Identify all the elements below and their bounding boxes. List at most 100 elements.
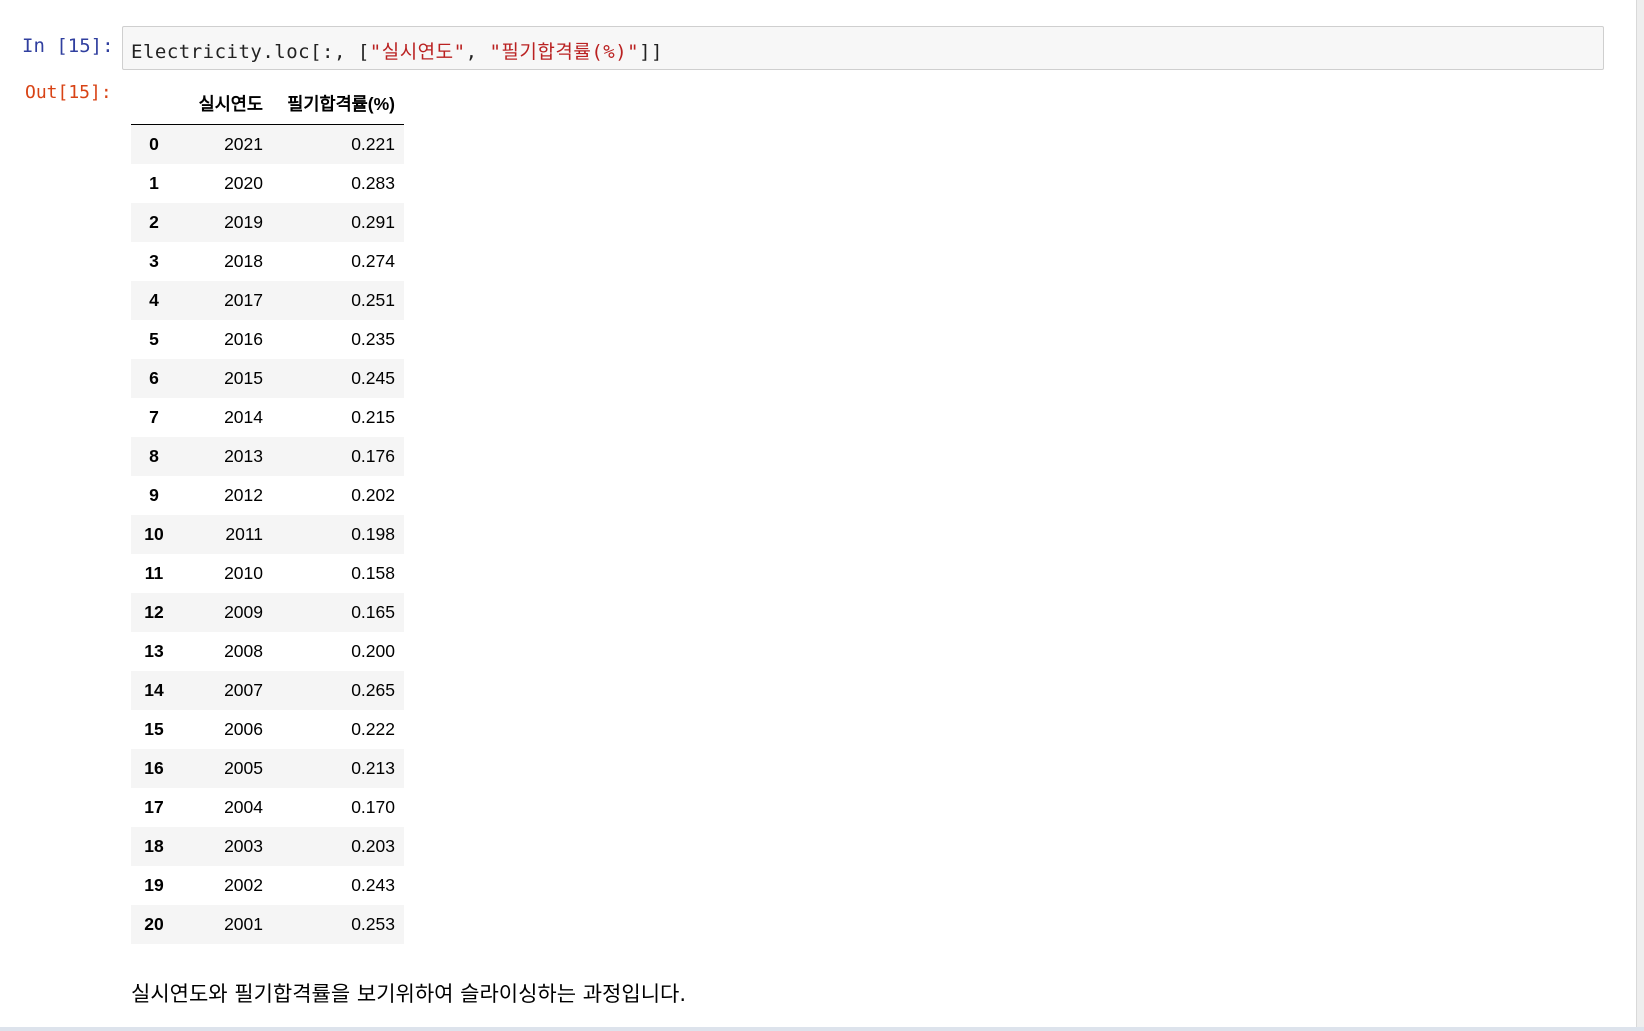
year-cell: 2005	[224, 758, 263, 778]
table-row: 5 2016 0.235	[131, 320, 404, 359]
table-row: 15 2006 0.222	[131, 710, 404, 749]
row-index: 11	[144, 563, 164, 583]
rate-cell: 0.265	[351, 680, 395, 700]
rate-cell: 0.170	[351, 797, 395, 817]
year-cell: 2007	[224, 680, 263, 700]
row-index: 9	[149, 485, 159, 505]
year-cell: 2006	[224, 719, 263, 739]
row-index: 20	[144, 914, 164, 934]
row-index: 17	[144, 797, 164, 817]
rate-cell: 0.243	[351, 875, 395, 895]
rate-cell: 0.213	[351, 758, 395, 778]
code-string-year: "실시연도"	[369, 41, 466, 63]
code-separator: ,	[465, 41, 490, 63]
row-index: 0	[149, 134, 159, 154]
row-index: 19	[144, 875, 164, 895]
rate-cell: 0.222	[351, 719, 395, 739]
year-cell: 2014	[224, 407, 263, 427]
table-row: 8 2013 0.176	[131, 437, 404, 476]
year-cell: 2019	[224, 212, 263, 232]
table-body: 0 2021 0.221 1 2020 0.283 2 2019 0.291 3 2018 0.274…	[131, 124, 404, 944]
rate-cell: 0.283	[351, 173, 395, 193]
rate-cell: 0.274	[351, 251, 395, 271]
table-row: 1 2020 0.283	[131, 164, 404, 203]
row-index: 14	[144, 680, 164, 700]
row-index: 2	[149, 212, 159, 232]
year-cell: 2016	[224, 329, 263, 349]
year-cell: 2017	[224, 290, 263, 310]
row-index: 18	[144, 836, 164, 856]
table-row: 11 2010 0.158	[131, 554, 404, 593]
index-column-header	[131, 84, 177, 125]
rate-cell: 0.235	[351, 329, 395, 349]
table-row: 12 2009 0.165	[131, 593, 404, 632]
markdown-text: 실시연도와 필기합격률을 보기위하여 슬라이싱하는 과정입니다.	[131, 982, 687, 1006]
year-cell: 2010	[224, 563, 263, 583]
year-cell: 2002	[224, 875, 263, 895]
table-row: 20 2001 0.253	[131, 905, 404, 944]
table-header-row: 실시연도 필기합격률(%)	[131, 84, 404, 125]
rate-cell: 0.202	[351, 485, 395, 505]
rate-cell: 0.158	[351, 563, 395, 583]
code-suffix: ]]	[639, 41, 663, 63]
row-index: 13	[144, 641, 164, 661]
code-prefix: Electricity.loc[:, [	[131, 41, 370, 63]
row-index: 1	[149, 173, 159, 193]
row-index: 16	[144, 758, 164, 778]
table-row: 4 2017 0.251	[131, 281, 404, 320]
right-scrollbar-gutter[interactable]	[1637, 0, 1644, 1031]
year-cell: 2013	[224, 446, 263, 466]
year-cell: 2018	[224, 251, 263, 271]
row-index: 15	[144, 719, 164, 739]
row-index: 3	[149, 251, 159, 271]
row-index: 4	[149, 290, 159, 310]
year-cell: 2021	[224, 134, 263, 154]
year-cell: 2012	[224, 485, 263, 505]
year-cell: 2004	[224, 797, 263, 817]
year-cell: 2020	[224, 173, 263, 193]
table-row: 6 2015 0.245	[131, 359, 404, 398]
table-row: 3 2018 0.274	[131, 242, 404, 281]
code-string-rate: "필기합격률(%)"	[489, 41, 640, 63]
year-cell: 2011	[225, 524, 263, 544]
rate-cell: 0.245	[351, 368, 395, 388]
rate-cell: 0.251	[351, 290, 395, 310]
table-row: 7 2014 0.215	[131, 398, 404, 437]
row-index: 5	[149, 329, 159, 349]
table-row: 17 2004 0.170	[131, 788, 404, 827]
year-cell: 2009	[224, 602, 263, 622]
year-cell: 2001	[224, 914, 263, 934]
output-prompt: Out[15]:	[25, 82, 112, 103]
row-index: 8	[149, 446, 159, 466]
rate-cell: 0.200	[351, 641, 395, 661]
table-row: 16 2005 0.213	[131, 749, 404, 788]
rate-cell: 0.253	[351, 914, 395, 934]
table-row: 10 2011 0.198	[131, 515, 404, 554]
bottom-border	[0, 1027, 1644, 1031]
table-row: 19 2002 0.243	[131, 866, 404, 905]
table-row: 0 2021 0.221	[131, 124, 404, 164]
table-row: 13 2008 0.200	[131, 632, 404, 671]
rate-cell: 0.176	[351, 446, 395, 466]
rate-cell: 0.291	[351, 212, 395, 232]
rate-cell: 0.215	[351, 407, 395, 427]
input-prompt: In [15]:	[22, 35, 114, 57]
table-row: 14 2007 0.265	[131, 671, 404, 710]
table-row: 2 2019 0.291	[131, 203, 404, 242]
year-cell: 2015	[224, 368, 263, 388]
rate-cell: 0.203	[351, 836, 395, 856]
row-index: 6	[149, 368, 159, 388]
year-column-header: 실시연도	[177, 84, 275, 125]
row-index: 7	[149, 407, 159, 427]
code-line[interactable]: Electricity.loc[:, ["실시연도", "필기합격률(%)"]]	[131, 37, 663, 64]
table-row: 9 2012 0.202	[131, 476, 404, 515]
row-index: 10	[144, 524, 164, 544]
rate-cell: 0.198	[351, 524, 395, 544]
code-cell-editor[interactable]: Electricity.loc[:, ["실시연도", "필기합격률(%)"]]	[122, 26, 1604, 70]
rate-cell: 0.165	[351, 602, 395, 622]
table-row: 18 2003 0.203	[131, 827, 404, 866]
row-index: 12	[144, 602, 164, 622]
rate-cell: 0.221	[351, 134, 395, 154]
rate-column-header: 필기합격률(%)	[275, 84, 404, 125]
dataframe-table: 실시연도 필기합격률(%) 0 2021 0.221 1 2020 0.283 2 2019 0…	[131, 84, 404, 944]
